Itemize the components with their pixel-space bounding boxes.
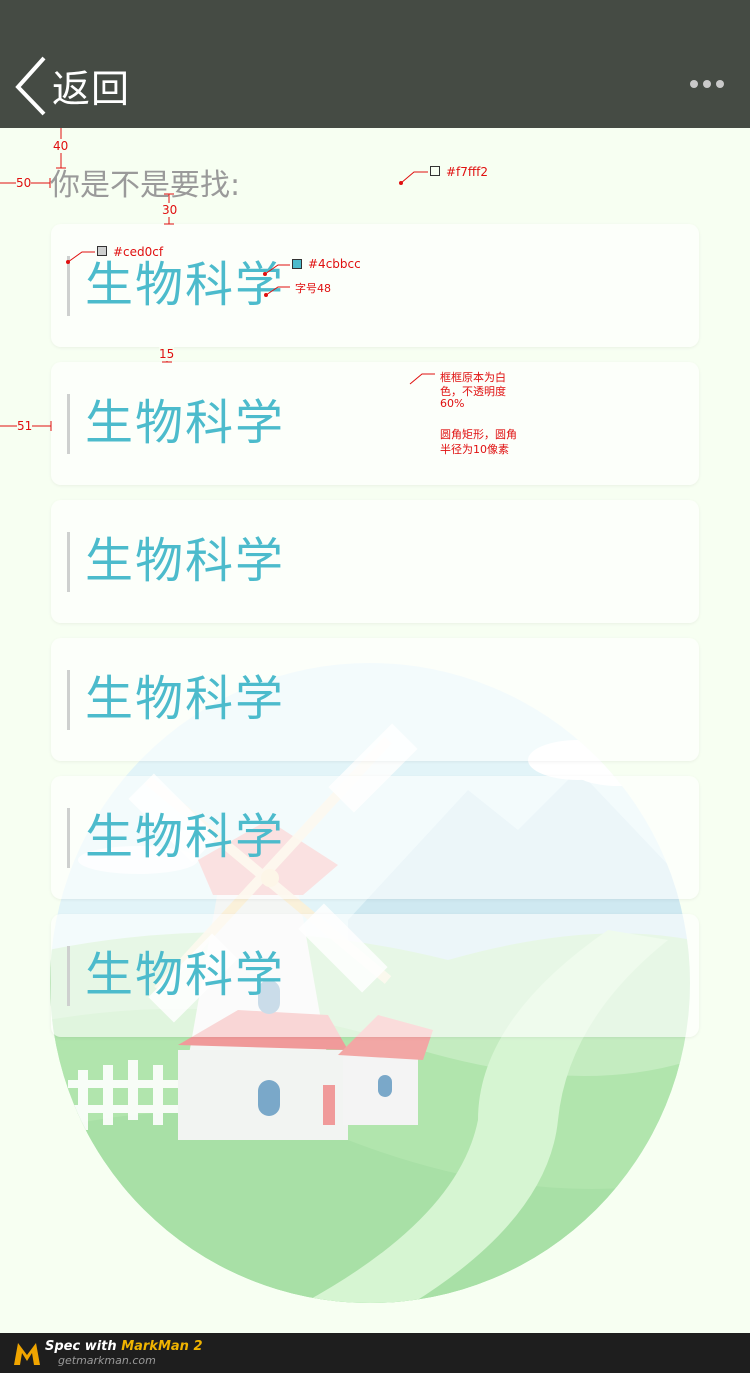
color-annotation: #4cbbcc — [308, 257, 361, 271]
card-note-line: 60% — [440, 397, 465, 410]
spacing-annotation: 40 — [53, 139, 69, 153]
color-swatch — [292, 259, 302, 269]
card-note-line: 半径为10像素 — [440, 443, 509, 456]
spec-annotation-lines — [0, 128, 435, 431]
spacing-annotation: 50 — [16, 176, 32, 190]
markman-logo-icon — [12, 1339, 42, 1371]
font-size-annotation: 字号48 — [295, 282, 331, 295]
color-annotation: #f7fff2 — [446, 165, 489, 179]
footer-brand: Spec with MarkMan 2 — [45, 1339, 203, 1354]
markman-name: MarkMan 2 — [121, 1339, 203, 1354]
card-note-line: 圆角矩形，圆角 — [440, 428, 517, 441]
spacing-annotation: 15 — [159, 347, 175, 361]
spacing-annotation: 30 — [162, 203, 178, 217]
spec-with-text: Spec with — [45, 1339, 122, 1354]
spacing-annotation: 51 — [17, 419, 33, 433]
color-swatch — [430, 166, 440, 176]
color-annotation: #ced0cf — [113, 245, 164, 259]
color-swatch — [97, 246, 107, 256]
footer-url: getmarkman.com — [58, 1354, 156, 1367]
markman-footer: Spec with MarkMan 2 getmarkman.com — [0, 1333, 750, 1373]
